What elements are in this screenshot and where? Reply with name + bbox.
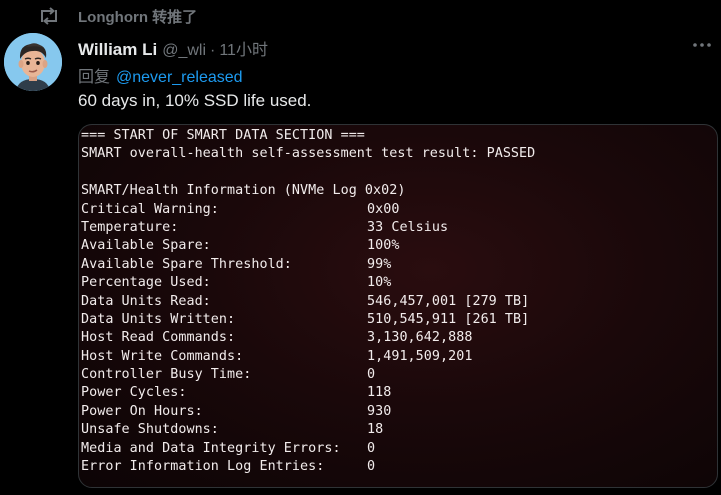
- separator-dot: ·: [210, 42, 216, 59]
- tweet-card: Longhorn 转推了 William Li @_wli · 11小时 回复 …: [0, 0, 721, 495]
- smart-row-key: Power On Hours:: [81, 403, 203, 419]
- smart-row: Error Information Log Entries: 0: [81, 458, 535, 476]
- smart-row-value: 18: [367, 422, 384, 438]
- tweet-header: William Li @_wli · 11小时: [78, 36, 268, 60]
- retweet-icon: [38, 7, 62, 25]
- smart-row-value: 3,130,642,888: [367, 330, 473, 346]
- smart-row: Data Units Written: 510,545,911 [261 TB]: [81, 311, 535, 329]
- smart-row-key: Media and Data Integrity Errors:: [81, 440, 341, 456]
- tweet-media-image[interactable]: === START OF SMART DATA SECTION === SMAR…: [78, 124, 718, 488]
- smart-row-key: Power Cycles:: [81, 385, 187, 401]
- smart-row: Temperature: 33 Celsius: [81, 219, 535, 237]
- smart-row-value: 10%: [367, 275, 392, 291]
- avatar[interactable]: [4, 33, 62, 91]
- retweet-attribution[interactable]: Longhorn 转推了: [38, 4, 197, 28]
- smart-row-value: 510,545,911 [261 TB]: [367, 311, 530, 327]
- terminal-header: === START OF SMART DATA SECTION ===: [81, 128, 365, 143]
- smart-row: Percentage Used: 10%: [81, 274, 535, 292]
- smart-row-key: Critical Warning:: [81, 201, 219, 217]
- memoji-avatar-icon: [4, 33, 62, 91]
- smart-row-key: Available Spare Threshold:: [81, 256, 292, 272]
- smart-row-value: 546,457,001 [279 TB]: [367, 293, 530, 309]
- terminal-health-result: SMART overall-health self-assessment tes…: [81, 146, 536, 162]
- author-handle[interactable]: @_wli: [162, 42, 206, 60]
- smart-row-value: 0x00: [367, 201, 400, 217]
- terminal-section-title: SMART/Health Information (NVMe Log 0x02): [81, 183, 406, 199]
- smart-row-key: Controller Busy Time:: [81, 367, 252, 383]
- smart-row: Power Cycles: 118: [81, 384, 535, 402]
- tweet-timestamp[interactable]: 11小时: [219, 36, 268, 60]
- smart-row-value: 118: [367, 385, 392, 401]
- tweet-text: 60 days in, 10% SSD life used.: [78, 91, 312, 110]
- smart-row-key: Data Units Read:: [81, 293, 211, 309]
- more-dots-icon[interactable]: [691, 38, 713, 52]
- smart-row-key: Available Spare:: [81, 238, 211, 254]
- smart-row-value: 0: [367, 459, 376, 475]
- smart-row: Data Units Read: 546,457,001 [279 TB]: [81, 293, 535, 311]
- smart-row-key: Host Read Commands:: [81, 330, 236, 346]
- reply-handle-link[interactable]: @never_released: [116, 69, 243, 86]
- smart-row-key: Percentage Used:: [81, 275, 211, 291]
- smart-row: Media and Data Integrity Errors: 0: [81, 440, 535, 458]
- smart-row-value: 930: [367, 403, 392, 419]
- smart-row-value: 0: [367, 440, 376, 456]
- smart-row-value: 33 Celsius: [367, 219, 449, 235]
- smart-row: Critical Warning: 0x00: [81, 201, 535, 219]
- reply-prefix: 回复: [78, 69, 111, 86]
- smart-row-key: Error Information Log Entries:: [81, 459, 325, 475]
- smart-row: Available Spare Threshold: 99%: [81, 256, 535, 274]
- retweet-label: Longhorn 转推了: [78, 8, 198, 26]
- smart-row: Controller Busy Time: 0: [81, 366, 535, 384]
- smart-terminal-output: === START OF SMART DATA SECTION === SMAR…: [81, 127, 535, 476]
- smart-row-value: 99%: [367, 256, 392, 272]
- reply-context: 回复 @never_released: [78, 63, 243, 87]
- smart-row-value: 1,491,509,201: [367, 348, 473, 364]
- smart-row-key: Temperature:: [81, 219, 179, 235]
- smart-row-key: Unsafe Shutdowns:: [81, 422, 219, 438]
- smart-row: Host Read Commands: 3,130,642,888: [81, 329, 535, 347]
- smart-row: Unsafe Shutdowns: 18: [81, 421, 535, 439]
- smart-row-key: Data Units Written:: [81, 311, 236, 327]
- smart-row: Host Write Commands: 1,491,509,201: [81, 348, 535, 366]
- smart-row: Power On Hours: 930: [81, 403, 535, 421]
- smart-row: Available Spare: 100%: [81, 237, 535, 255]
- author-name[interactable]: William Li: [78, 40, 157, 60]
- smart-row-value: 100%: [367, 238, 400, 254]
- smart-row-key: Host Write Commands:: [81, 348, 244, 364]
- smart-row-value: 0: [367, 367, 376, 383]
